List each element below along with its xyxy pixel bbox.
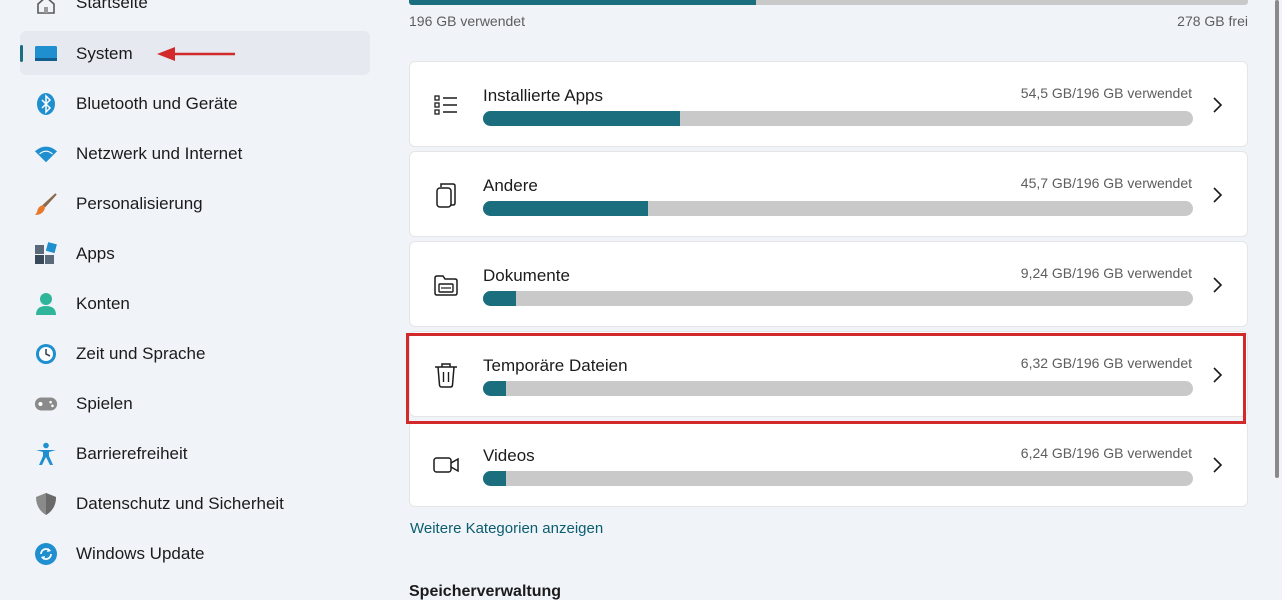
- chevron-right-icon: [1213, 187, 1223, 203]
- sidebar-item-konten[interactable]: Konten: [20, 281, 370, 325]
- category-usage: 6,24 GB/196 GB verwendet: [1020, 445, 1192, 461]
- account-icon: [34, 292, 58, 316]
- file-copy-icon: [436, 183, 456, 208]
- category-usage-bar: [483, 471, 1193, 486]
- sidebar-item-spielen[interactable]: Spielen: [20, 381, 370, 425]
- category-usage: 9,24 GB/196 GB verwendet: [1020, 265, 1192, 281]
- sidebar-item-barrierefreiheit[interactable]: Barrierefreiheit: [20, 431, 370, 475]
- category-card-andere[interactable]: Andere 45,7 GB/196 GB verwendet: [409, 151, 1248, 237]
- selection-indicator: [20, 45, 23, 62]
- gamepad-icon: [34, 392, 58, 416]
- sidebar-item-personalisierung[interactable]: Personalisierung: [20, 181, 370, 225]
- list-icon: [434, 95, 457, 115]
- sidebar-item-bluetooth[interactable]: Bluetooth und Geräte: [20, 81, 370, 125]
- storage-used-label: 196 GB verwendet: [409, 13, 525, 29]
- apps-icon: [34, 242, 58, 266]
- sidebar-item-label: Startseite: [76, 0, 148, 12]
- sidebar-item-label: Datenschutz und Sicherheit: [76, 494, 284, 513]
- category-usage-bar-fill: [483, 111, 681, 126]
- accessibility-icon: [34, 442, 58, 466]
- storage-free-label: 278 GB frei: [1177, 13, 1248, 29]
- sidebar-item-label: Zeit und Sprache: [76, 344, 206, 363]
- sidebar-item-label: Bluetooth und Geräte: [76, 94, 238, 113]
- category-usage: 45,7 GB/196 GB verwendet: [1020, 175, 1192, 191]
- sidebar-item-startseite[interactable]: Startseite: [20, 0, 370, 26]
- category-card-videos[interactable]: Videos 6,24 GB/196 GB verwendet: [409, 421, 1248, 507]
- sidebar-item-label: Konten: [76, 294, 130, 313]
- sidebar-item-netzwerk[interactable]: Netzwerk und Internet: [20, 131, 370, 175]
- category-usage-bar: [483, 291, 1193, 306]
- category-usage-bar: [483, 201, 1193, 216]
- bluetooth-icon: [34, 92, 58, 116]
- category-usage-bar-fill: [483, 381, 506, 396]
- chevron-right-icon: [1213, 97, 1223, 113]
- sidebar-item-label: Windows Update: [76, 544, 205, 563]
- category-usage-bar-fill: [483, 471, 506, 486]
- sidebar-item-apps[interactable]: Apps: [20, 231, 370, 275]
- category-usage-bar-fill: [483, 201, 649, 216]
- section-title: Speicherverwaltung: [409, 583, 562, 600]
- time-language-icon: [34, 342, 58, 366]
- home-icon: [34, 0, 58, 17]
- scrollbar[interactable]: [1275, 0, 1279, 478]
- brush-icon: [34, 192, 58, 216]
- system-icon: [34, 42, 58, 66]
- category-usage: 6,32 GB/196 GB verwendet: [1020, 355, 1192, 371]
- sidebar-nav: Startseite System Bluetooth und Geräte N…: [0, 0, 385, 600]
- sidebar-item-zeit-sprache[interactable]: Zeit und Sprache: [20, 331, 370, 375]
- sidebar-item-label: Spielen: [76, 394, 133, 413]
- trash-icon: [435, 363, 457, 388]
- total-storage-bar-fill: [409, 0, 756, 5]
- category-card-temporaere-dateien[interactable]: Temporäre Dateien 6,32 GB/196 GB verwend…: [409, 331, 1248, 417]
- category-title: Temporäre Dateien: [483, 356, 628, 375]
- category-usage-bar: [483, 111, 1193, 126]
- category-usage-bar: [483, 381, 1193, 396]
- sidebar-item-label: Barrierefreiheit: [76, 444, 188, 463]
- sidebar-item-label: Apps: [76, 244, 115, 263]
- category-title: Andere: [483, 176, 538, 195]
- category-usage: 54,5 GB/196 GB verwendet: [1020, 85, 1192, 101]
- wifi-icon: [34, 142, 58, 166]
- annotation-arrow-icon: [157, 47, 235, 61]
- chevron-right-icon: [1213, 277, 1223, 293]
- category-card-dokumente[interactable]: Dokumente 9,24 GB/196 GB verwendet: [409, 241, 1248, 327]
- folder-icon: [434, 275, 458, 296]
- category-title: Videos: [483, 446, 535, 465]
- category-usage-bar-fill: [483, 291, 517, 306]
- update-icon: [34, 542, 58, 566]
- video-icon: [433, 457, 459, 473]
- total-storage-bar: [409, 0, 1248, 5]
- more-categories-link[interactable]: Weitere Kategorien anzeigen: [410, 520, 603, 537]
- category-title: Installierte Apps: [483, 86, 604, 105]
- sidebar-item-label: Netzwerk und Internet: [76, 144, 243, 163]
- sidebar-item-label: System: [76, 44, 133, 63]
- sidebar-item-windows-update[interactable]: Windows Update: [20, 531, 370, 575]
- sidebar-item-datenschutz[interactable]: Datenschutz und Sicherheit: [20, 481, 370, 525]
- chevron-right-icon: [1213, 457, 1223, 473]
- sidebar-item-label: Personalisierung: [76, 194, 203, 213]
- chevron-right-icon: [1213, 367, 1223, 383]
- category-title: Dokumente: [483, 266, 570, 285]
- shield-icon: [34, 492, 58, 516]
- category-card-installierte-apps[interactable]: Installierte Apps 54,5 GB/196 GB verwend…: [409, 61, 1248, 147]
